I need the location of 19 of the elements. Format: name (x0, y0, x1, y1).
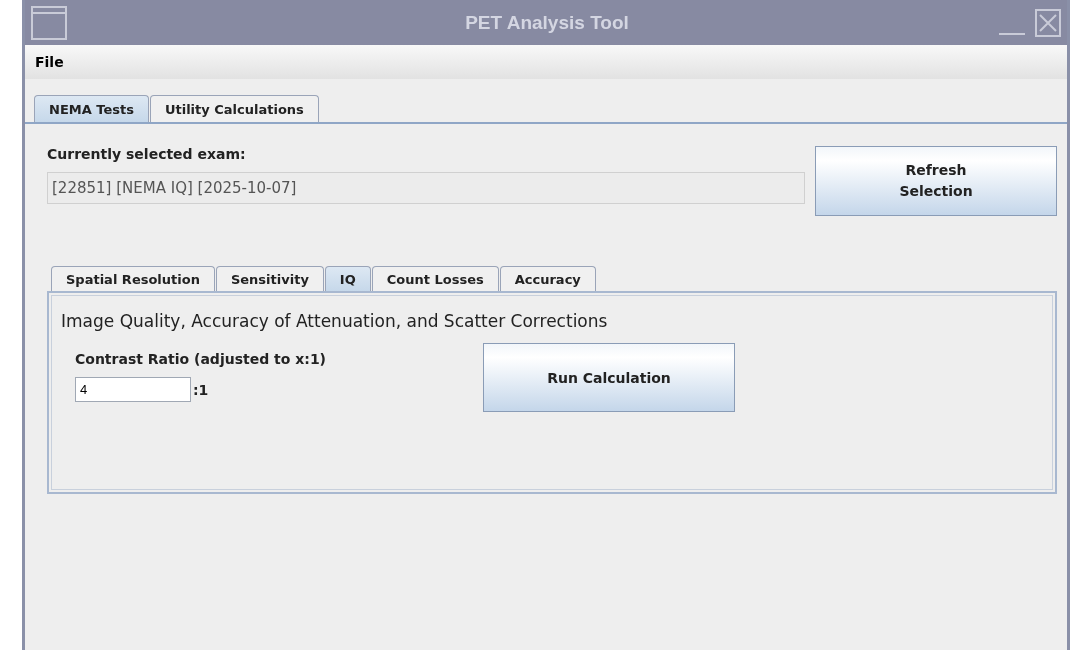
refresh-selection-button[interactable]: Refresh Selection (815, 146, 1057, 216)
tab[interactable]: Sensitivity (215, 266, 324, 291)
run-calculation-button[interactable]: Run Calculation (483, 343, 735, 412)
ratio-suffix: :1 (193, 381, 209, 398)
exam-label: Currently selected exam: (47, 146, 247, 162)
tab[interactable]: Accuracy (499, 266, 596, 291)
panel-heading: Image Quality, Accuracy of Attenuation, and Scatter Corrections (61, 311, 609, 331)
tab[interactable]: Utility Calculations (149, 95, 319, 122)
tab[interactable]: IQ (324, 266, 371, 291)
tab[interactable]: Count Losses (371, 266, 499, 291)
window-title: PET Analysis Tool (464, 11, 630, 34)
contrast-ratio-label: Contrast Ratio (adjusted to x:1) (75, 351, 327, 367)
tab[interactable]: NEMA Tests (34, 95, 149, 122)
menu-item[interactable]: File (35, 54, 64, 70)
window-icon (31, 5, 67, 40)
exam-field[interactable]: [22851] [NEMA IQ] [2025-10-07] (47, 172, 805, 204)
close-icon[interactable] (1035, 7, 1061, 38)
tab[interactable]: Spatial Resolution (51, 266, 215, 291)
contrast-ratio-field[interactable]: 4 (75, 377, 191, 402)
